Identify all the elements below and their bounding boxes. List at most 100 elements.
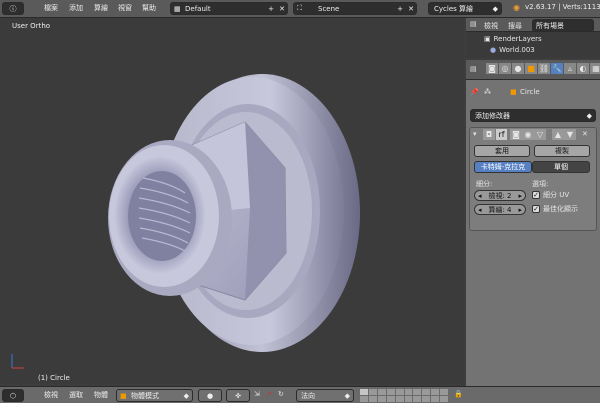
outliner-view-menu[interactable]: 檢視 [484,21,498,31]
object-tab-icon[interactable]: ■ [525,63,537,74]
outliner-display-dropdown[interactable]: 所有場景 [532,19,594,32]
menu-render[interactable]: 算繪 [94,3,108,13]
pivot-dropdown[interactable]: ✜ [226,389,250,402]
mode-dropdown[interactable]: ■ 物體模式 ◆ [116,389,193,402]
translate-icon[interactable]: ↗ [266,390,272,398]
render-levels-field[interactable]: ◂ 算繪: 4 ▸ [474,204,526,215]
close-layout-icon[interactable]: ✕ [279,5,285,13]
menu-select[interactable]: 選取 [69,390,83,400]
manipulator-icon[interactable]: ⇲ [254,390,260,398]
collapse-icon[interactable]: ▾ [473,130,477,138]
world-icon: ● [490,46,497,54]
layout-name: Default [185,4,211,13]
copy-button[interactable]: 複製 [534,145,590,157]
outliner-item[interactable]: ● World.003 [490,45,535,55]
apply-button[interactable]: 套用 [474,145,530,157]
lock-icon[interactable]: 🔒 [454,390,463,398]
subdivide-uv-checkbox[interactable]: ✓ 細分 UV [532,190,569,200]
layer-toggle[interactable] [440,396,448,402]
add-modifier-dropdown[interactable]: 添加修改器 ◆ [470,109,596,122]
menu-add[interactable]: 添加 [69,3,83,13]
outliner-item-label: RenderLayers [493,35,542,43]
viewport-header: ⬡ 檢視 選取 物體 ■ 物體模式 ◆ ● ✜ ⇲ ↗ ↻ 法向 ◆ 🔒 [0,386,600,403]
layer-toggle[interactable] [404,389,413,395]
layer-toggle[interactable] [431,396,440,402]
top-header: ⓘ 檔案 添加 算繪 視窗 幫助 ▦ Default + ✕ ⛶ Scene +… [0,0,600,18]
properties-editor: ▤ ◙ ◎ ● ■ ⛓ 🔧 ▵ ◐ ▦ 📌 ⁂ ■ Circle 添加修改器 ◆… [466,60,600,386]
outliner-item[interactable]: ▣ RenderLayers [484,34,542,44]
layer-toggle[interactable] [413,396,422,402]
axis-gizmo-icon [11,354,24,369]
render-tab-icon[interactable]: ◙ [486,63,498,74]
scene-tab-icon[interactable]: ◎ [499,63,511,74]
render-engine-dropdown[interactable]: Cycles 算繪 ◆ [428,2,502,15]
layer-toggle[interactable] [368,396,377,402]
view-levels-field[interactable]: ◂ 檢視: 2 ▸ [474,190,526,201]
menu-view[interactable]: 檢視 [44,390,58,400]
layer-toggle[interactable] [360,389,368,395]
layer-toggle[interactable] [386,389,395,395]
optimal-display-checkbox[interactable]: ✓ 最佳化顯示 [532,204,578,214]
chevron-left-icon: ◂ [478,191,482,200]
tab-catmull-clark[interactable]: 卡特姆-克拉克 [474,161,532,173]
material-tab-icon[interactable]: ◐ [577,63,589,74]
chevron-down-icon: ◆ [344,391,350,400]
properties-editor-icon[interactable]: ▤ [470,65,477,73]
layer-toggle[interactable] [368,389,377,395]
modifier-tab-icon[interactable]: 🔧 [551,63,563,74]
viewport-toggle-icon[interactable]: ◉ [522,129,534,140]
tab-simple[interactable]: 單個 [532,161,590,173]
checkmark-icon: ✓ [532,191,540,199]
world-tab-icon[interactable]: ● [512,63,524,74]
add-layout-icon[interactable]: + [268,5,274,13]
menu-help[interactable]: 幫助 [142,3,156,13]
layer-toggle[interactable] [422,389,431,395]
layer-toggle[interactable] [404,396,413,402]
layer-toggle[interactable] [377,396,386,402]
data-tab-icon[interactable]: ▵ [564,63,576,74]
layer-toggle[interactable] [377,389,386,395]
active-object-label: (1) Circle [38,374,70,382]
editor-type-button[interactable]: ⬡ [2,389,24,402]
layer-toggle[interactable] [422,396,431,402]
move-up-icon[interactable]: ▲ [552,129,564,140]
3d-viewport[interactable]: User Ortho (1) Circle [0,18,464,384]
scene-selector[interactable]: ⛶ Scene + ✕ [293,2,417,15]
chevron-down-icon: ◆ [492,4,498,13]
outliner-item-label: World.003 [499,46,535,54]
modifier-name-field[interactable]: rf [496,129,507,140]
close-icon[interactable]: ✕ [582,130,588,138]
view-levels-value: 檢視: 2 [488,191,512,200]
layer-toggle[interactable] [386,396,395,402]
outliner-editor-icon[interactable]: ▤ [470,20,477,28]
rotate-icon[interactable]: ↻ [278,390,284,398]
layer-toggle[interactable] [440,389,448,395]
layer-buttons[interactable] [360,389,448,402]
pivot-icon: ✜ [235,391,241,400]
editmode-toggle-icon[interactable]: ▽ [534,129,546,140]
menu-file[interactable]: 檔案 [44,3,58,13]
texture-tab-icon[interactable]: ▦ [590,63,600,74]
menu-window[interactable]: 視窗 [118,3,132,13]
shading-dropdown[interactable]: ● [198,389,222,402]
render-engine-label: Cycles 算繪 [434,4,474,13]
close-scene-icon[interactable]: ✕ [408,5,414,13]
layer-toggle[interactable] [413,389,422,395]
constraints-tab-icon[interactable]: ⛓ [538,63,550,74]
scene-name: Scene [318,4,340,13]
layer-toggle[interactable] [395,396,404,402]
object-mode-icon: ■ [120,391,127,400]
orientation-dropdown[interactable]: 法向 ◆ [296,389,354,402]
add-scene-icon[interactable]: + [397,5,403,13]
editor-type-button[interactable]: ⓘ [2,2,24,15]
render-toggle-icon[interactable]: ◙ [510,129,522,140]
layer-toggle[interactable] [395,389,404,395]
layer-toggle[interactable] [360,396,368,402]
layout-selector[interactable]: ▦ Default + ✕ [170,2,288,15]
layer-toggle[interactable] [431,389,440,395]
move-down-icon[interactable]: ▼ [564,129,576,140]
outliner-search-menu[interactable]: 搜尋 [508,21,522,31]
nut-model[interactable] [0,18,464,384]
menu-object[interactable]: 物體 [94,390,108,400]
pin-icon[interactable]: 📌 [470,88,479,96]
